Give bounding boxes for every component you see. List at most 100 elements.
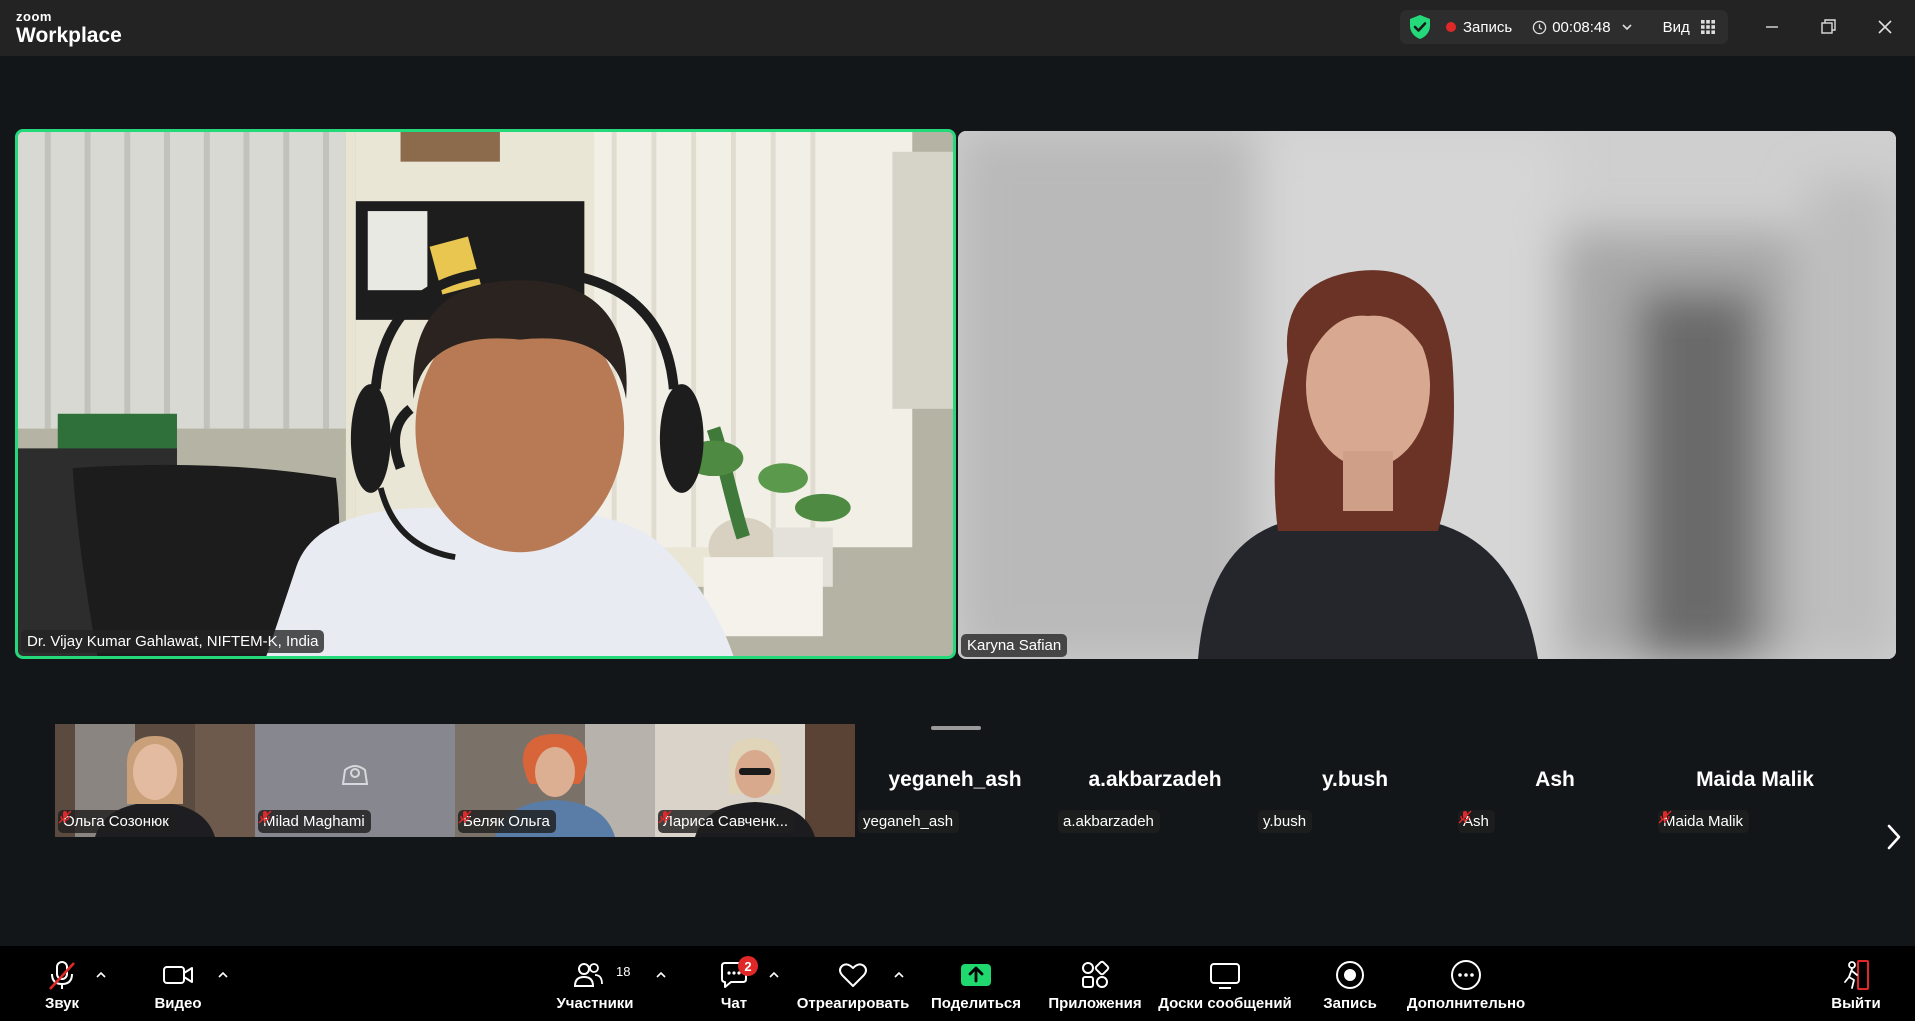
- muted-mic-icon: [49, 961, 75, 990]
- participant-thumbnail[interactable]: y.bush y.bush: [1255, 724, 1455, 837]
- participant-name-tag: Лариса Савченк...: [658, 810, 795, 833]
- chevron-up-icon[interactable]: [767, 968, 781, 982]
- chat-button[interactable]: 2 Чат: [714, 946, 758, 1021]
- grid-view-icon[interactable]: [1700, 19, 1716, 35]
- participant-name: Maida Malik: [1663, 813, 1744, 830]
- participant-display-name: y.bush: [1321, 768, 1389, 791]
- participant-name-tag: y.bush: [1258, 810, 1313, 833]
- react-button[interactable]: Отреагировать: [797, 946, 909, 1021]
- apps-icon: [1082, 960, 1110, 988]
- participant-thumbnail[interactable]: yeganeh_ash yeganeh_ash: [855, 724, 1055, 837]
- whiteboards-label: Доски сообщений: [1158, 995, 1292, 1012]
- brand-bottom: Workplace: [16, 24, 122, 47]
- recording-dot-icon: [1446, 22, 1456, 32]
- chat-unread-badge: 2: [738, 956, 758, 976]
- meeting-toolbar: Звук Видео 18 Участники 2 Чат Отреагиров…: [0, 946, 1915, 1021]
- chevron-up-icon[interactable]: [216, 968, 230, 982]
- participant-name: Ольга Созонюк: [63, 813, 169, 830]
- participants-count: 18: [616, 964, 631, 979]
- leave-icon: [1844, 960, 1869, 990]
- meeting-timer: 00:08:48: [1552, 18, 1611, 36]
- participant-display-name: Maida Malik: [1696, 768, 1814, 791]
- muted-mic-icon: [458, 810, 472, 824]
- participant-thumbnail[interactable]: Беляк Ольга: [455, 724, 655, 837]
- video-tile-active-speaker[interactable]: Dr. Vijay Kumar Gahlawat, NIFTEM-K, Indi…: [15, 129, 956, 659]
- participant-video: [958, 131, 1896, 659]
- participant-display-name: Ash: [1535, 768, 1575, 791]
- participant-thumbnail[interactable]: Ольга Созонюк: [55, 724, 255, 837]
- muted-mic-icon: [1658, 810, 1672, 824]
- participants-icon: [573, 963, 603, 987]
- more-options-icon: [1451, 960, 1481, 990]
- share-button[interactable]: Поделиться: [931, 946, 1021, 1021]
- view-button[interactable]: Вид: [1663, 19, 1690, 36]
- participant-name-tag: yeganeh_ash: [858, 810, 960, 833]
- participant-display-name: a.akbarzadeh: [1088, 768, 1222, 791]
- record-icon: [1336, 961, 1364, 989]
- share-screen-icon: [961, 964, 991, 986]
- chevron-up-icon[interactable]: [892, 968, 906, 982]
- recording-label[interactable]: Запись: [1463, 19, 1512, 36]
- leave-button[interactable]: Выйти: [1831, 946, 1881, 1021]
- participant-name-tag: Ольга Созонюк: [58, 810, 175, 833]
- participant-thumbnail[interactable]: Лариса Савченк...: [655, 724, 855, 837]
- brand-top: zoom: [16, 9, 52, 24]
- whiteboard-icon: [1210, 963, 1240, 989]
- whiteboards-button[interactable]: Доски сообщений: [1158, 946, 1292, 1021]
- record-button[interactable]: Запись: [1322, 946, 1378, 1021]
- react-label: Отреагировать: [796, 995, 910, 1012]
- share-label: Поделиться: [930, 995, 1022, 1012]
- participants-button[interactable]: 18 Участники: [556, 946, 634, 1021]
- participant-name-tag: Milad Maghami: [258, 810, 371, 833]
- muted-mic-icon: [258, 810, 272, 824]
- minimize-icon[interactable]: [1759, 14, 1785, 40]
- heart-icon: [839, 963, 867, 987]
- chevron-up-icon[interactable]: [94, 968, 108, 982]
- participant-name: y.bush: [1263, 813, 1307, 830]
- title-bar: zoom Workplace Запись 00:08:48 Вид: [0, 0, 1915, 56]
- apps-button[interactable]: Приложения: [1048, 946, 1142, 1021]
- video-label: Видео: [154, 995, 202, 1012]
- leave-label: Выйти: [1831, 995, 1881, 1012]
- participant-name-tag: Maida Malik: [1658, 810, 1750, 833]
- participant-name-tag: Karyna Safian: [961, 634, 1068, 657]
- participant-thumbnail[interactable]: Milad Maghami: [255, 724, 455, 837]
- participants-label: Участники: [556, 995, 634, 1012]
- participant-name-tag: Беляк Ольга: [458, 810, 556, 833]
- participant-name: Лариса Савченк...: [663, 813, 789, 830]
- participant-thumbnail[interactable]: Maida Malik Maida Malik: [1655, 724, 1855, 837]
- zoom-logo: zoom Workplace: [16, 10, 122, 46]
- chat-label: Чат: [720, 995, 748, 1012]
- apps-label: Приложения: [1048, 995, 1142, 1012]
- chevron-right-icon[interactable]: [1880, 820, 1908, 854]
- muted-mic-icon: [58, 810, 72, 824]
- more-label: Дополнительно: [1406, 995, 1526, 1012]
- shield-check-icon[interactable]: [1408, 14, 1432, 40]
- participant-thumbnail[interactable]: a.akbarzadeh a.akbarzadeh: [1055, 724, 1255, 837]
- participant-name-tag: Dr. Vijay Kumar Gahlawat, NIFTEM-K, Indi…: [21, 630, 325, 653]
- participant-name: Беляк Ольга: [463, 813, 550, 830]
- video-camera-icon: [163, 966, 193, 984]
- participant-name: a.akbarzadeh: [1063, 813, 1154, 830]
- audio-label: Звук: [44, 995, 80, 1012]
- participant-display-name: yeganeh_ash: [888, 768, 1022, 791]
- clock-icon: [1532, 20, 1547, 34]
- audio-button[interactable]: Звук: [40, 946, 84, 1021]
- more-button[interactable]: Дополнительно: [1406, 946, 1526, 1021]
- participant-name-tag: Ash: [1458, 810, 1495, 833]
- restore-icon[interactable]: [1815, 14, 1841, 40]
- muted-mic-icon: [658, 810, 672, 824]
- record-label: Запись: [1323, 995, 1377, 1012]
- participant-video: [18, 132, 953, 656]
- video-button[interactable]: Видео: [150, 946, 206, 1021]
- close-icon[interactable]: [1872, 14, 1898, 40]
- participant-name: yeganeh_ash: [863, 813, 954, 830]
- chevron-down-icon[interactable]: [1621, 21, 1633, 33]
- muted-mic-icon: [1458, 810, 1472, 824]
- meeting-status-group: Запись 00:08:48 Вид: [1400, 10, 1728, 44]
- chevron-up-icon[interactable]: [654, 968, 668, 982]
- participant-thumbnail[interactable]: Ash Ash: [1455, 724, 1655, 837]
- participant-name-tag: a.akbarzadeh: [1058, 810, 1160, 833]
- participant-name: Milad Maghami: [263, 813, 365, 830]
- video-tile-participant[interactable]: Karyna Safian: [958, 131, 1896, 659]
